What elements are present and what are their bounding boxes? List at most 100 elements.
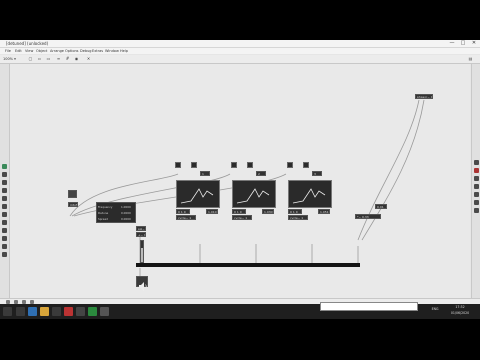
sig-object[interactable]: sig~ bbox=[136, 226, 146, 231]
toolbar: 100% ▾ ▢ ▫ ▭ ≡ # ◉ ✕ ▤ bbox=[0, 55, 480, 64]
close-button[interactable]: ✕ bbox=[469, 40, 479, 47]
gain-slider[interactable] bbox=[140, 240, 144, 263]
menu-window[interactable]: Window bbox=[105, 48, 119, 54]
phasor-object[interactable]: phasor~ 0 bbox=[415, 94, 433, 99]
store-icon[interactable] bbox=[52, 307, 61, 316]
task-view-icon[interactable] bbox=[16, 307, 25, 316]
osc-3-msg[interactable]: 0 1 0 bbox=[288, 209, 302, 214]
gain-icon[interactable] bbox=[2, 228, 7, 233]
menu-object[interactable]: Object bbox=[36, 48, 47, 54]
patcher-icon[interactable] bbox=[2, 164, 7, 169]
menu-arrange[interactable]: Arrange bbox=[50, 48, 64, 54]
gain-slider-fill bbox=[141, 248, 143, 262]
right-sidebar bbox=[471, 64, 480, 298]
number-box-1[interactable]: 1 bbox=[200, 171, 210, 176]
scope-2-trace bbox=[236, 188, 270, 204]
menu-extras[interactable]: Extras bbox=[92, 48, 103, 54]
app-icon-grey[interactable] bbox=[100, 307, 109, 316]
clock-date[interactable]: 01/06/2020 bbox=[444, 311, 476, 316]
scope-3-value[interactable]: 1.0512 bbox=[318, 209, 330, 214]
toggle-4[interactable] bbox=[247, 162, 253, 168]
osc-2-cycle[interactable]: cycle~ 1 bbox=[232, 215, 252, 220]
osc-1-msg[interactable]: 0 1 0 bbox=[176, 209, 190, 214]
button-icon[interactable]: ◉ bbox=[74, 56, 79, 61]
cursor-icon[interactable] bbox=[2, 196, 7, 201]
app-icon-green[interactable] bbox=[88, 307, 97, 316]
record-icon[interactable] bbox=[2, 252, 7, 257]
adc-object[interactable] bbox=[68, 190, 77, 198]
scope-icon[interactable] bbox=[2, 220, 7, 225]
scope-2-value[interactable]: 1.0305 bbox=[262, 209, 274, 214]
app-icon-red[interactable] bbox=[64, 307, 73, 316]
menu-file[interactable]: File bbox=[5, 48, 11, 54]
param-spread-value[interactable]: 0.0000 bbox=[121, 216, 131, 222]
toggle-6[interactable] bbox=[303, 162, 309, 168]
toggle-2[interactable] bbox=[191, 162, 197, 168]
grid-icon[interactable] bbox=[2, 212, 7, 217]
toggle-icon[interactable]: ✕ bbox=[86, 56, 91, 61]
menu-options[interactable]: Options bbox=[65, 48, 79, 54]
speaker-icon[interactable] bbox=[136, 276, 148, 291]
folder-icon[interactable] bbox=[40, 307, 49, 316]
scope-1 bbox=[176, 180, 220, 208]
help-icon[interactable] bbox=[474, 168, 479, 173]
menu-debug[interactable]: Debug bbox=[80, 48, 92, 54]
number-icon[interactable]: # bbox=[65, 56, 70, 61]
scope-2 bbox=[232, 180, 276, 208]
plus-icon[interactable] bbox=[2, 180, 7, 185]
master-bus bbox=[136, 263, 360, 267]
toggle-5[interactable] bbox=[287, 162, 293, 168]
scope-1-value[interactable]: 1.0102 bbox=[206, 209, 218, 214]
number-box-2[interactable]: 2 bbox=[256, 171, 266, 176]
wave-icon[interactable] bbox=[2, 204, 7, 209]
toggle-side-icon[interactable] bbox=[2, 236, 7, 241]
left-sidebar bbox=[0, 64, 10, 298]
patch-cord bbox=[357, 99, 420, 241]
search-icon[interactable] bbox=[2, 172, 7, 177]
new-object-icon[interactable]: ▫ bbox=[37, 56, 42, 61]
speaker-glyph bbox=[139, 282, 147, 291]
clue-icon[interactable] bbox=[474, 192, 479, 197]
menu-help[interactable]: Help bbox=[120, 48, 128, 54]
menu-view[interactable]: View bbox=[25, 48, 33, 54]
max-icon[interactable] bbox=[76, 307, 85, 316]
edge-icon[interactable] bbox=[28, 307, 37, 316]
number-box-3[interactable]: 3 bbox=[312, 171, 322, 176]
patch-cord bbox=[361, 99, 425, 241]
parameter-panel: Frequency 1.0000 Detune 0.0000 Spread 0.… bbox=[96, 202, 136, 223]
osc-2-msg[interactable]: 0 1 0 bbox=[232, 209, 246, 214]
inspector-icon[interactable]: ▤ bbox=[468, 56, 473, 61]
dependencies-icon[interactable] bbox=[474, 208, 479, 213]
param-spread-label: Spread bbox=[98, 217, 108, 221]
clock-time[interactable]: 17:32 bbox=[444, 305, 476, 310]
reference-icon[interactable] bbox=[474, 176, 479, 181]
mtof-object[interactable]: mtof bbox=[68, 202, 78, 207]
scope-3-trace bbox=[292, 188, 326, 204]
list-icon[interactable] bbox=[474, 184, 479, 189]
osc-3-cycle[interactable]: cycle~ 1 bbox=[288, 215, 308, 220]
window-title: [detuned] (unlocked) bbox=[6, 41, 49, 46]
zoom-select[interactable]: 100% ▾ bbox=[3, 56, 16, 62]
search-box[interactable] bbox=[320, 302, 418, 311]
speaker-side-icon[interactable] bbox=[2, 244, 7, 249]
pencil-icon[interactable] bbox=[2, 188, 7, 193]
toggle-3[interactable] bbox=[231, 162, 237, 168]
menu-edit[interactable]: Edit bbox=[15, 48, 22, 54]
console-icon[interactable] bbox=[474, 200, 479, 205]
message-box[interactable]: 0.01 bbox=[375, 204, 387, 209]
message-icon[interactable]: ▭ bbox=[46, 56, 51, 61]
osc-1-cycle[interactable]: cycle~ 1 bbox=[176, 215, 196, 220]
comment-icon[interactable]: ≡ bbox=[56, 56, 61, 61]
toggle-1[interactable] bbox=[175, 162, 181, 168]
screen: [detuned] (unlocked) — □ ✕ File Edit Vie… bbox=[0, 40, 480, 319]
sum-object[interactable]: *~ 0.33 bbox=[355, 214, 381, 219]
lock-icon[interactable]: ▢ bbox=[28, 56, 33, 61]
scope-1-trace bbox=[180, 188, 214, 204]
language-indicator[interactable]: ENG bbox=[430, 307, 440, 312]
start-icon[interactable] bbox=[3, 307, 12, 316]
minimize-button[interactable]: — bbox=[447, 40, 457, 47]
maximize-button[interactable]: □ bbox=[458, 40, 468, 47]
scope-3 bbox=[288, 180, 332, 208]
inspector-side-icon[interactable] bbox=[474, 160, 479, 165]
plus-object[interactable]: +~ 0 bbox=[136, 232, 146, 237]
